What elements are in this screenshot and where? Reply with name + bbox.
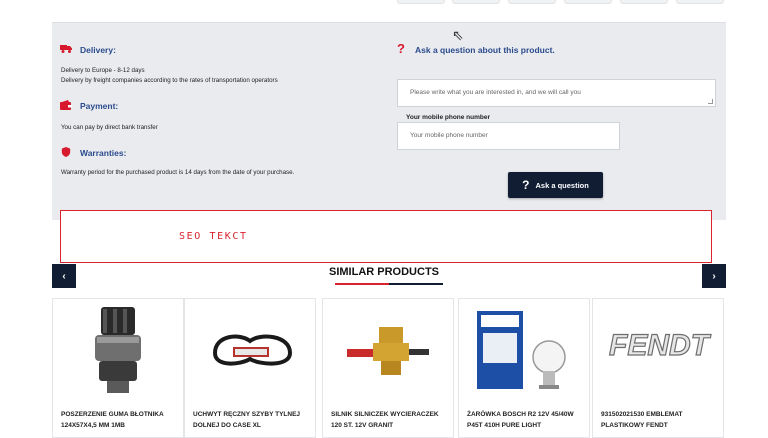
toolbar-button[interactable] <box>397 0 445 4</box>
truck-icon <box>60 45 72 53</box>
wallet-icon <box>60 100 72 110</box>
product-card[interactable]: ŻARÓWKA BOSCH R2 12V 45/40W P45T 410H PU… <box>458 298 590 438</box>
shield-icon <box>61 147 71 157</box>
delivery-line-2: Delivery by freight companies according … <box>61 77 278 84</box>
product-card[interactable]: FENDT 931502021530 EMBLEMAT PLASTIKOWY F… <box>592 298 724 438</box>
product-image-sensor <box>347 327 429 375</box>
resize-handle[interactable] <box>708 99 713 104</box>
seo-text-box: SEO TEKCT <box>60 210 712 263</box>
phone-number-input[interactable]: Your mobile phone number <box>397 122 620 150</box>
ask-question-button[interactable]: ? Ask a question <box>508 172 603 198</box>
product-info-panel <box>52 22 726 220</box>
product-card[interactable]: POSZERZENIE GUMA BŁOTNIKA 124X57X4,5 MM … <box>52 298 184 438</box>
question-message-field[interactable]: Please write what you are interested in,… <box>397 79 716 107</box>
toolbar-button[interactable] <box>676 0 724 4</box>
title-underline-navy <box>389 283 443 285</box>
toolbar-button[interactable] <box>620 0 668 4</box>
seo-text: SEO TEKCT <box>179 231 248 242</box>
toolbar-button[interactable] <box>564 0 612 4</box>
delivery-title: Delivery: <box>80 45 116 55</box>
question-icon: ? <box>522 178 530 192</box>
ask-question-label: Ask a question <box>535 180 589 190</box>
toolbar-button[interactable] <box>508 0 556 4</box>
product-name[interactable]: SILNIK SILNICZEK WYCIERACZEK 120 ST. 12V… <box>331 409 449 431</box>
product-name[interactable]: UCHWYT RĘCZNY SZYBY TYLNEJ DOLNEJ DO CAS… <box>193 409 311 431</box>
carousel-next-button[interactable]: › <box>702 264 726 288</box>
payment-text: You can pay by direct bank transfer <box>61 124 158 131</box>
product-image-fendt-emblem: FENDT <box>608 328 712 362</box>
product-name[interactable]: 931502021530 EMBLEMAT PLASTIKOWY FENDT <box>601 409 719 431</box>
phone-label: Your mobile phone number <box>406 114 491 121</box>
phone-placeholder: Your mobile phone number <box>410 132 488 139</box>
product-image-window-handle <box>212 334 293 366</box>
similar-products-title: SIMILAR PRODUCTS <box>329 266 439 278</box>
question-icon: ? <box>397 41 405 56</box>
product-card[interactable]: UCHWYT RĘCZNY SZYBY TYLNEJ DOLNEJ DO CAS… <box>184 298 316 438</box>
product-image-bosch-bulb <box>477 311 566 389</box>
product-image-starter-drive <box>95 307 141 393</box>
top-toolbar-strip <box>0 0 768 22</box>
toolbar-button[interactable] <box>452 0 500 4</box>
product-name[interactable]: POSZERZENIE GUMA BŁOTNIKA 124X57X4,5 MM … <box>61 409 179 431</box>
question-message-placeholder: Please write what you are interested in,… <box>410 89 581 96</box>
title-underline-red <box>335 283 389 285</box>
svg-text:FENDT: FENDT <box>609 329 712 362</box>
warranties-title: Warranties: <box>80 148 127 158</box>
delivery-line-1: Delivery to Europe - 8-12 days <box>61 67 145 74</box>
mouse-cursor-icon: ⇖ <box>452 27 464 43</box>
product-card[interactable]: SILNIK SILNICZEK WYCIERACZEK 120 ST. 12V… <box>322 298 454 438</box>
payment-title: Payment: <box>80 101 119 111</box>
chevron-right-icon: › <box>712 270 716 282</box>
ask-question-title: Ask a question about this product. <box>415 45 555 55</box>
product-name[interactable]: ŻARÓWKA BOSCH R2 12V 45/40W P45T 410H PU… <box>467 409 585 431</box>
warranties-text: Warranty period for the purchased produc… <box>61 169 295 176</box>
